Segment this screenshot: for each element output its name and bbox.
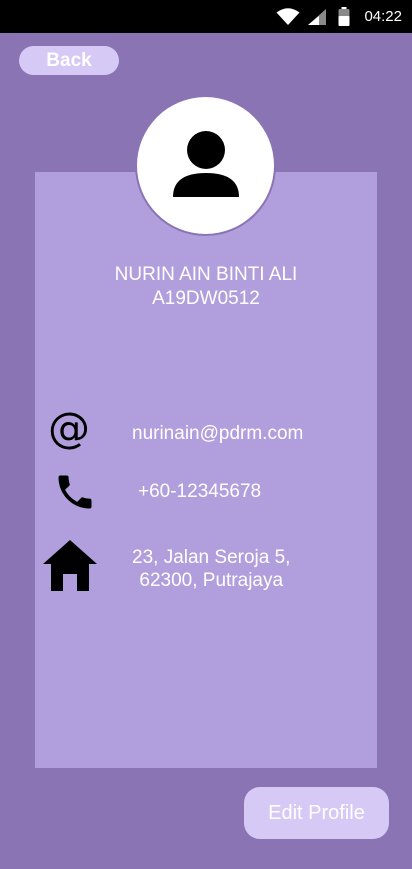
- battery-icon: [338, 6, 350, 26]
- email-text[interactable]: nurinain@pdrm.com: [132, 423, 303, 445]
- phone-icon: [58, 475, 92, 509]
- wifi-icon: [276, 7, 300, 25]
- phone-text[interactable]: +60-12345678: [138, 481, 261, 503]
- profile-id: A19DW0512: [152, 288, 260, 309]
- address-line-1: 23, Jalan Seroja 5,: [132, 547, 291, 568]
- profile-name: NURIN AIN BINTI ALI: [114, 264, 298, 285]
- address-text: 23, Jalan Seroja 5, 62300, Putrajaya: [132, 546, 290, 592]
- edit-profile-button[interactable]: Edit Profile: [244, 787, 389, 839]
- address-line-2: 62300, Putrajaya: [139, 570, 284, 591]
- home-icon: [43, 540, 97, 591]
- status-time: 04:22: [364, 8, 402, 25]
- avatar[interactable]: [137, 97, 274, 234]
- svg-text:@: @: [48, 406, 90, 450]
- back-button[interactable]: Back: [19, 46, 119, 75]
- status-bar: 04:22: [0, 0, 412, 33]
- signal-icon: [308, 8, 327, 25]
- status-icons: 04:22: [276, 0, 412, 33]
- person-icon: [172, 130, 239, 197]
- at-sign-icon: @: [48, 406, 90, 450]
